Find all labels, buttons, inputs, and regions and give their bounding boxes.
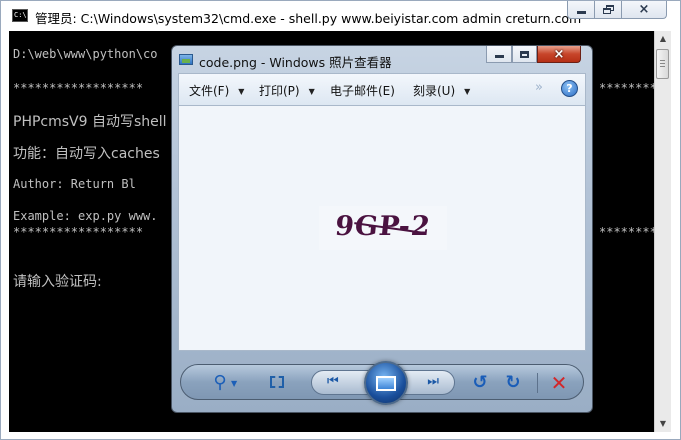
viewer-minimize-button[interactable] (486, 46, 512, 63)
rotate-right-icon[interactable]: ↻ (501, 371, 525, 395)
console-line-stars-bottom-right: ********** (599, 225, 654, 239)
chevron-down-icon: ▼ (464, 87, 471, 96)
chevron-down-icon: ▼ (308, 87, 315, 96)
zoom-icon[interactable]: ⚲ (208, 371, 232, 395)
cmd-restore-button[interactable] (595, 1, 622, 19)
menu-email-label: 电子邮件(E) (330, 84, 395, 98)
restore-icon (602, 5, 614, 14)
menu-email[interactable]: 电子邮件(E) (330, 82, 395, 99)
rotate-left-icon[interactable]: ↺ (468, 371, 492, 395)
photo-viewer-icon (179, 54, 193, 65)
close-icon: × (638, 2, 650, 17)
cmd-icon: C:\ (12, 9, 28, 22)
viewer-menubar: 文件(F) ▼ 打印(P) ▼ 电子邮件(E) 刻录(U) ▼ » ? (178, 73, 586, 105)
scrollbar-thumb[interactable] (656, 49, 669, 79)
slideshow-icon (376, 376, 396, 391)
menu-file-label: 文件(F) (189, 84, 230, 98)
console-line-stars-bottom: ****************** (13, 225, 144, 239)
cmd-close-button[interactable]: × (622, 1, 667, 19)
delete-icon[interactable]: ✕ (547, 371, 571, 395)
captcha-image: 9GP-2 (319, 206, 447, 250)
viewer-toolbar: ⚲ ▼ ⏮ ⏭ ↺ ↻ ✕ (180, 361, 584, 405)
minimize-icon (494, 55, 504, 58)
menu-file[interactable]: 文件(F) ▼ (189, 82, 244, 99)
help-icon[interactable]: ? (561, 80, 578, 97)
viewer-maximize-button[interactable] (512, 46, 537, 63)
console-line-title: PHPcmsV9 自动写shell (13, 114, 167, 130)
photo-viewer-title: code.png - Windows 照片查看器 (199, 55, 392, 70)
photo-viewer-window: code.png - Windows 照片查看器 × 文件(F) ▼ 打印(P) ▼… (171, 45, 593, 413)
actual-size-icon (270, 376, 284, 388)
console-line-author: Author: Return Bl (13, 177, 136, 191)
scroll-up-arrow-icon[interactable]: ▲ (655, 31, 671, 47)
scroll-down-arrow-icon[interactable]: ▼ (655, 416, 671, 432)
chevron-down-icon: ▼ (238, 87, 245, 96)
menu-print-label: 打印(P) (259, 84, 300, 98)
console-prompt: 请输入验证码: (13, 274, 102, 290)
menu-print[interactable]: 打印(P) ▼ (259, 82, 315, 99)
viewer-close-button[interactable]: × (537, 46, 581, 63)
next-icon[interactable]: ⏭ (427, 374, 439, 389)
console-scrollbar[interactable]: ▲ ▼ (654, 31, 671, 432)
menu-overflow-icon[interactable]: » (535, 80, 543, 95)
slideshow-button[interactable] (364, 361, 408, 405)
maximize-icon (520, 50, 529, 58)
captcha-text: 9GP-2 (333, 211, 433, 242)
console-line-stars-top: ****************** (13, 81, 144, 95)
minimize-icon (576, 10, 586, 14)
zoom-dropdown-icon[interactable]: ▼ (231, 379, 237, 388)
console-line-stars-top-right: ********** (599, 81, 654, 95)
console-line-path: D:\web\www\python\co (13, 47, 158, 61)
menu-burn[interactable]: 刻录(U) ▼ (413, 82, 470, 99)
console-line-example: Example: exp.py www. (13, 209, 158, 223)
console-line-function: 功能：自动写入caches (13, 146, 160, 162)
close-icon: × (553, 46, 565, 62)
actual-size-button[interactable] (266, 371, 290, 395)
cmd-window-title: 管理员: C:\Windows\system32\cmd.exe - shell… (35, 11, 582, 26)
menu-burn-label: 刻录(U) (413, 84, 456, 98)
toolbar-divider (537, 373, 538, 393)
image-canvas[interactable]: 9GP-2 (178, 105, 586, 351)
cmd-minimize-button[interactable] (567, 1, 595, 19)
previous-icon[interactable]: ⏮ (327, 374, 339, 389)
